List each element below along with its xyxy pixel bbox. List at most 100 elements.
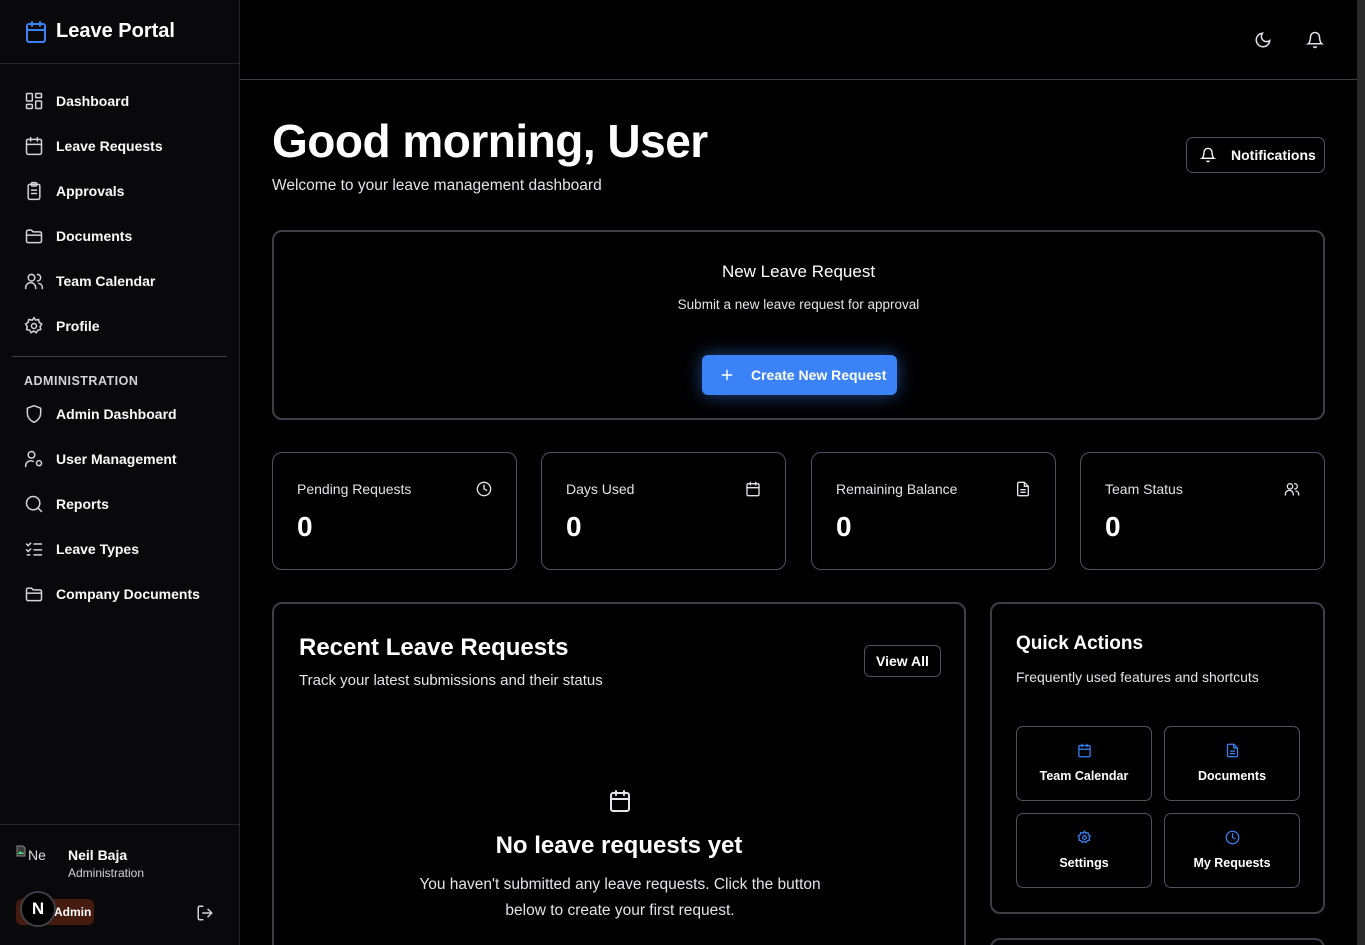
stat-card-team-status: Team Status 0 (1080, 452, 1325, 570)
search-icon (24, 494, 44, 514)
sidebar-divider (12, 356, 227, 357)
plus-icon (720, 368, 734, 382)
recent-leave-requests-card: Recent Leave Requests Track your latest … (272, 602, 966, 945)
sidebar-item-label: Dashboard (56, 92, 130, 109)
sidebar-item-label: Documents (56, 227, 133, 244)
page-title: Good morning, User (272, 115, 708, 167)
card-title: Recent Leave Requests (299, 634, 569, 661)
clipboard-icon (24, 181, 44, 201)
sidebar-item-label: Admin Dashboard (56, 405, 177, 422)
scrollbar[interactable] (1357, 0, 1365, 945)
button-label: Create New Request (751, 367, 887, 383)
brand-title: Leave Portal (56, 20, 175, 42)
calendar-icon (745, 481, 761, 497)
quick-action-label: Documents (1197, 769, 1267, 783)
quick-action-my-requests[interactable]: My Requests (1164, 813, 1300, 888)
file-icon (1225, 743, 1240, 758)
new-leave-request-card: New Leave Request Submit a new leave req… (272, 230, 1325, 420)
calendar-icon (24, 20, 48, 44)
stat-value: 0 (1105, 511, 1121, 542)
gear-icon (1077, 830, 1092, 845)
list-checks-icon (24, 539, 44, 559)
next-badge[interactable]: N (20, 891, 56, 927)
sidebar-item-label: User Management (56, 450, 177, 467)
sidebar-item-team-calendar[interactable]: Team Calendar (12, 258, 227, 303)
sidebar-item-user-management[interactable]: User Management (12, 436, 227, 481)
stat-card-pending-requests: Pending Requests 0 (272, 452, 517, 570)
gear-icon (24, 315, 44, 336)
users-icon (24, 271, 44, 291)
sidebar-item-dashboard[interactable]: Dashboard (12, 78, 227, 123)
sidebar-item-label: Leave Requests (56, 137, 163, 154)
quick-action-settings[interactable]: Settings (1016, 813, 1152, 888)
calendar-icon (608, 789, 632, 813)
next-card-edge (990, 938, 1325, 945)
sidebar-item-admin-dashboard[interactable]: Admin Dashboard (12, 391, 227, 436)
clock-icon (476, 481, 492, 497)
clock-icon (1225, 830, 1240, 845)
stat-value: 0 (566, 511, 582, 542)
notifications-label: Notifications (1231, 147, 1316, 163)
notifications-button[interactable]: Notifications (1186, 137, 1325, 173)
folder-icon (24, 584, 44, 604)
broken-image-icon (16, 845, 26, 857)
card-title: Quick Actions (1016, 633, 1144, 654)
brand[interactable]: Leave Portal (0, 0, 239, 64)
sidebar-item-label: Reports (56, 495, 109, 512)
stat-label: Remaining Balance (836, 481, 958, 497)
users-icon (1284, 481, 1300, 497)
sidebar-item-leave-types[interactable]: Leave Types (12, 526, 227, 571)
sidebar-item-label: Company Documents (56, 585, 200, 602)
stat-value: 0 (836, 511, 852, 542)
logout-icon[interactable] (196, 904, 214, 922)
sidebar-item-label: Leave Types (56, 540, 140, 557)
quick-actions-card: Quick Actions Frequently used features a… (990, 602, 1325, 914)
sidebar-item-company-documents[interactable]: Company Documents (12, 571, 227, 616)
avatar-alt-text: Ne (28, 847, 46, 863)
dashboard-icon (24, 91, 44, 111)
user-name: Neil Baja (68, 847, 128, 863)
top-bar (240, 0, 1357, 80)
admin-nav: Admin Dashboard User Management Reports … (0, 391, 239, 616)
empty-state-text: You haven't submitted any leave requests… (419, 876, 821, 919)
calendar-icon (1077, 743, 1092, 758)
sidebar-item-label: Profile (56, 317, 100, 334)
sidebar-item-approvals[interactable]: Approvals (12, 168, 227, 213)
moon-icon[interactable] (1254, 31, 1272, 49)
sidebar-item-reports[interactable]: Reports (12, 481, 227, 526)
role-badge-text: Admin (54, 905, 92, 919)
sidebar-item-documents[interactable]: Documents (12, 213, 227, 258)
view-all-button[interactable]: View All (864, 645, 941, 677)
user-role: Administration (68, 866, 145, 880)
stat-label: Pending Requests (297, 481, 412, 497)
quick-action-label: Settings (1059, 856, 1109, 870)
card-subtitle: Frequently used features and shortcuts (1016, 669, 1259, 685)
create-new-request-button[interactable]: Create New Request (702, 355, 897, 395)
main-nav: Dashboard Leave Requests Approvals Docum… (0, 64, 239, 348)
sidebar: Leave Portal Dashboard Leave Requests Ap… (0, 0, 240, 945)
quick-action-documents[interactable]: Documents (1164, 726, 1300, 801)
file-icon (1015, 481, 1031, 497)
section-label: ADMINISTRATION (24, 374, 139, 388)
user-cog-icon (24, 449, 44, 469)
quick-action-label: Team Calendar (1039, 769, 1129, 783)
sidebar-item-profile[interactable]: Profile (12, 303, 227, 348)
card-subtitle: Track your latest submissions and their … (299, 672, 603, 689)
sidebar-item-label: Approvals (56, 182, 125, 199)
calendar-icon (24, 136, 44, 156)
sidebar-item-leave-requests[interactable]: Leave Requests (12, 123, 227, 168)
avatar[interactable]: Ne (16, 845, 56, 885)
sidebar-item-label: Team Calendar (56, 272, 156, 289)
shield-icon (24, 404, 44, 424)
bell-icon (1200, 147, 1216, 163)
user-profile-area: Ne Neil Baja Administration Admin N (0, 824, 239, 945)
empty-state-title: No leave requests yet (495, 832, 743, 859)
card-title: New Leave Request (721, 262, 876, 281)
page-subtitle: Welcome to your leave management dashboa… (272, 177, 602, 194)
stat-value: 0 (297, 511, 313, 542)
bell-icon[interactable] (1306, 31, 1324, 49)
stat-card-days-used: Days Used 0 (541, 452, 786, 570)
stat-card-remaining-balance: Remaining Balance 0 (811, 452, 1056, 570)
quick-action-team-calendar[interactable]: Team Calendar (1016, 726, 1152, 801)
stat-label: Team Status (1105, 481, 1183, 497)
